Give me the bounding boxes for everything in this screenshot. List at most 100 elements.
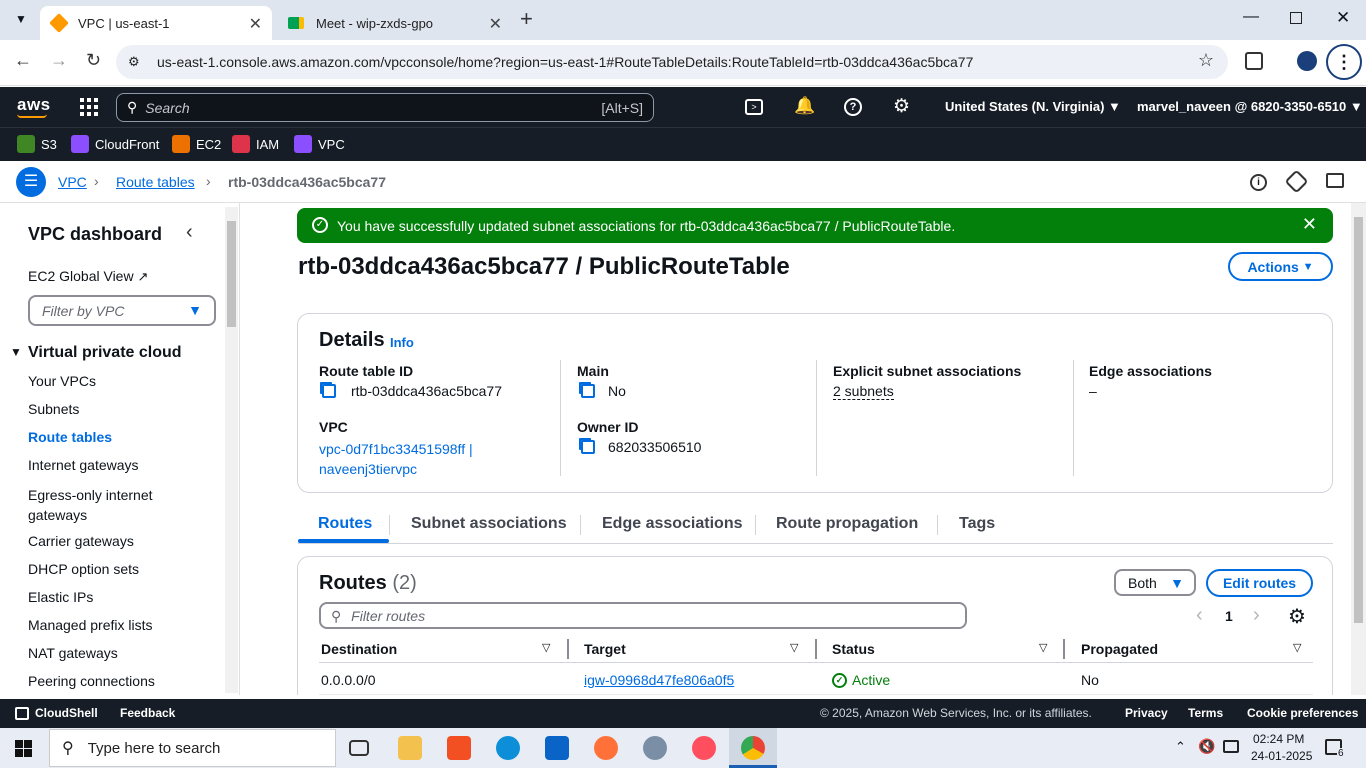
volume-muted-icon[interactable]: 🔇 [1198, 738, 1215, 755]
sidebar-item-subnets[interactable]: Subnets [28, 401, 79, 417]
menu-hamburger-icon[interactable]: ☰ [16, 167, 46, 197]
network-icon[interactable] [1223, 740, 1239, 753]
firefox-dev-icon[interactable] [692, 736, 716, 760]
sidebar-item-nat-gateways[interactable]: NAT gateways [28, 645, 118, 661]
col-destination[interactable]: Destination [321, 641, 397, 657]
sort-caret-icon[interactable]: ▽ [542, 641, 550, 654]
bookmark-star-icon[interactable]: ☆ [1198, 50, 1214, 71]
windows-start-icon[interactable] [15, 740, 32, 757]
sidebar-section-title[interactable]: Virtual private cloud [28, 344, 182, 362]
browser-tab-meet[interactable]: Meet - wip-zxds-gpo ✕ [276, 6, 512, 40]
column-resizer[interactable] [815, 639, 817, 659]
favorite-vpc[interactable]: VPC [294, 135, 345, 153]
footer-terms-link[interactable]: Terms [1188, 706, 1223, 720]
show-hidden-icons-icon[interactable]: ⌃ [1175, 739, 1186, 755]
reload-icon[interactable]: ↻ [86, 50, 101, 71]
sidebar-item-elastic-ips[interactable]: Elastic IPs [28, 589, 93, 605]
col-status[interactable]: Status [832, 641, 875, 657]
close-tab-icon[interactable]: ✕ [489, 14, 502, 34]
help-icon[interactable]: ? [844, 98, 862, 116]
sort-caret-icon[interactable]: ▽ [1039, 641, 1047, 654]
forward-icon[interactable]: → [50, 50, 68, 71]
sidebar-item-internet-gateways[interactable]: Internet gateways [28, 457, 139, 473]
tab-tags[interactable]: Tags [959, 515, 995, 533]
task-view-icon[interactable] [349, 740, 369, 756]
tab-subnet-associations[interactable]: Subnet associations [411, 515, 567, 533]
explicit-associations-value[interactable]: 2 subnets [833, 383, 894, 400]
new-tab-icon[interactable]: + [520, 6, 533, 32]
footer-cookie-link[interactable]: Cookie preferences [1247, 706, 1358, 720]
sidebar-item-peering-connections[interactable]: Peering connections [28, 673, 155, 689]
breadcrumb-route-tables[interactable]: Route tables [116, 174, 195, 190]
copy-icon[interactable] [581, 440, 595, 454]
cloudshell-button[interactable]: CloudShell [15, 706, 98, 721]
cell-target-link[interactable]: igw-09968d47fe806a0f5 [584, 672, 734, 688]
file-explorer-icon[interactable] [398, 736, 422, 760]
actions-button[interactable]: Actions ▼ [1228, 252, 1333, 281]
sort-caret-icon[interactable]: ▽ [1293, 641, 1301, 654]
sidebar-item-your-vpcs[interactable]: Your VPCs [28, 373, 96, 389]
dismiss-banner-icon[interactable]: ✕ [1302, 214, 1317, 235]
browser-tab-vpc[interactable]: VPC | us-east-1 ✕ [40, 6, 272, 40]
sidebar-item-dhcp-option-sets[interactable]: DHCP option sets [28, 561, 139, 577]
profile-avatar-icon[interactable] [1297, 51, 1317, 71]
main-scrollbar-thumb[interactable] [1354, 217, 1363, 623]
vpc-link[interactable]: vpc-0d7f1bc33451598ff | naveenj3tiervpc [319, 439, 473, 479]
settings-gear-icon[interactable]: ⚙ [893, 95, 910, 118]
minimize-icon[interactable]: — [1243, 8, 1259, 26]
tab-routes[interactable]: Routes [318, 515, 372, 533]
close-tab-icon[interactable]: ✕ [249, 14, 262, 34]
taskbar-search-input[interactable]: ⚲ Type here to search [49, 729, 336, 767]
copy-icon[interactable] [581, 384, 595, 398]
clock-date[interactable]: 24-01-2025 [1251, 749, 1312, 763]
info-panel-icon[interactable]: i [1250, 174, 1267, 191]
col-target[interactable]: Target [584, 641, 626, 657]
sidebar-item-route-tables[interactable]: Route tables [28, 429, 112, 445]
sidebar-item-managed-prefix-lists[interactable]: Managed prefix lists [28, 617, 153, 633]
cloudshell-icon[interactable]: > [745, 99, 763, 115]
back-icon[interactable]: ← [14, 50, 32, 71]
tab-edge-associations[interactable]: Edge associations [602, 515, 743, 533]
page-number[interactable]: 1 [1225, 608, 1233, 624]
sidebar-scrollbar-thumb[interactable] [227, 221, 236, 327]
table-preferences-gear-icon[interactable]: ⚙ [1288, 604, 1306, 629]
aws-search-input[interactable]: ⚲ Search [Alt+S] [116, 93, 654, 122]
edit-routes-button[interactable]: Edit routes [1206, 569, 1313, 597]
next-page-icon[interactable]: › [1253, 604, 1260, 627]
collapse-sidebar-icon[interactable]: ‹ [186, 221, 193, 244]
filter-by-vpc-select[interactable]: Filter by VPC ▼ [28, 295, 216, 326]
breadcrumb-vpc[interactable]: VPC [58, 174, 87, 190]
main-scrollbar[interactable] [1351, 203, 1366, 695]
app-icon[interactable] [643, 736, 667, 760]
footer-privacy-link[interactable]: Privacy [1125, 706, 1168, 720]
notifications-bell-icon[interactable]: 🔔 [794, 96, 815, 116]
outlook-icon[interactable] [545, 736, 569, 760]
microsoft-store-icon[interactable] [447, 736, 471, 760]
tab-list-chevron-icon[interactable]: ▼ [10, 8, 32, 30]
clock-time[interactable]: 02:24 PM [1253, 732, 1304, 746]
sidebar-item-carrier-gateways[interactable]: Carrier gateways [28, 533, 134, 549]
prev-page-icon[interactable]: ‹ [1196, 604, 1203, 627]
account-menu[interactable]: marvel_naveen @ 6820-3350-6510 ▼ [1137, 99, 1363, 114]
region-selector[interactable]: United States (N. Virginia) ▼ [945, 99, 1121, 114]
sidebar-item-ec2-global-view[interactable]: EC2 Global View ↗ [28, 268, 148, 285]
copy-icon[interactable] [322, 384, 336, 398]
col-propagated[interactable]: Propagated [1081, 641, 1158, 657]
extensions-icon[interactable] [1245, 52, 1263, 70]
browser-menu-icon[interactable]: ⋮ [1326, 44, 1362, 80]
url-field[interactable]: ⚙ us-east-1.console.aws.amazon.com/vpcco… [116, 45, 1228, 79]
close-window-icon[interactable]: ✕ [1336, 8, 1350, 28]
tab-route-propagation[interactable]: Route propagation [776, 515, 918, 533]
feedback-link[interactable]: Feedback [120, 706, 175, 720]
column-resizer[interactable] [1063, 639, 1065, 659]
sidebar-item-egress-only-gateways[interactable]: Egress-only internet gateways [28, 485, 188, 525]
section-toggle-icon[interactable]: ▼ [10, 345, 22, 359]
route-filter-select[interactable]: Both ▼ [1114, 569, 1196, 596]
firefox-icon[interactable] [594, 736, 618, 760]
restore-icon[interactable] [1290, 12, 1302, 24]
sort-caret-icon[interactable]: ▽ [790, 641, 798, 654]
aws-logo[interactable]: aws [17, 95, 51, 115]
chrome-taskbar-item[interactable] [729, 728, 777, 768]
column-resizer[interactable] [567, 639, 569, 659]
feedback-panel-icon[interactable] [1326, 173, 1344, 188]
